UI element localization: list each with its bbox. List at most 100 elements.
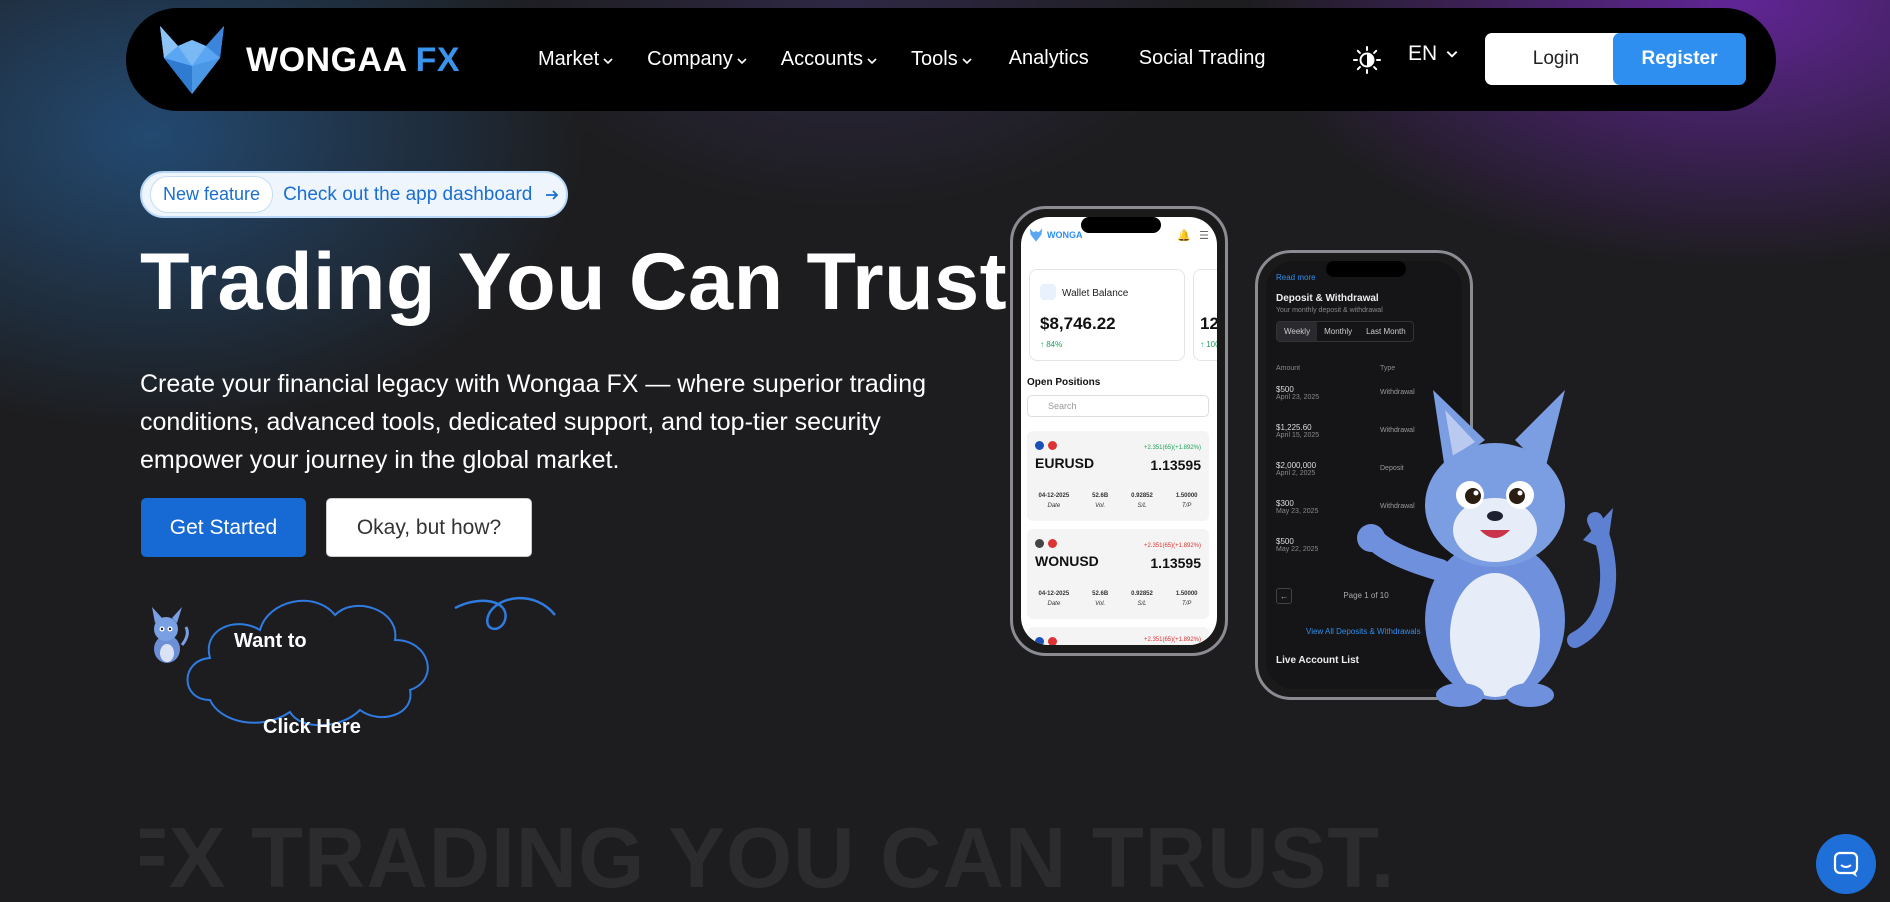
position-sl: 0.92852 <box>1131 493 1153 499</box>
tab-monthly[interactable]: Monthly <box>1317 322 1359 341</box>
phone-screen-positions: WONGA 🔔 ☰ Wallet Balance $8,746.22 ↑ 84%… <box>1021 217 1217 645</box>
top-navbar: WONGAA FX Market Company Accounts Tools A… <box>126 8 1776 111</box>
marquee-text: A FX TRADING YOU CAN TRUST. <box>140 811 1396 902</box>
chevron-down-icon <box>737 58 747 65</box>
nav-tools-label: Tools <box>911 48 958 70</box>
prev-page-icon[interactable]: ← <box>1276 588 1292 604</box>
get-started-button[interactable]: Get Started <box>141 498 306 557</box>
nav-analytics[interactable]: Analytics <box>1009 47 1089 70</box>
row-amount: $500 <box>1276 385 1294 394</box>
chat-support-button[interactable] <box>1816 834 1876 894</box>
brand-logo[interactable]: WONGAA FX <box>156 24 460 96</box>
second-balance-change: ↑ 100 <box>1200 340 1217 349</box>
theme-toggle-icon[interactable] <box>1352 45 1382 75</box>
deposit-withdrawal-subtitle: Your monthly deposit & withdrawal <box>1276 307 1383 314</box>
wallet-balance-card: Wallet Balance $8,746.22 ↑ 84% <box>1029 269 1185 361</box>
read-more-link[interactable]: Read more <box>1276 273 1316 282</box>
thought-cloud-icon <box>186 596 556 727</box>
language-select[interactable]: EN <box>1408 42 1459 66</box>
register-button[interactable]: Register <box>1613 33 1746 85</box>
position-card[interactable]: WONUSD +2.351(65)(+1.892%) 1.13595 04-12… <box>1027 529 1209 619</box>
position-tp: 1.50000 <box>1175 493 1198 499</box>
nav-market-label: Market <box>538 48 600 70</box>
position-tp: 1.50000 <box>1175 591 1198 597</box>
brand-suffix: FX <box>415 40 461 79</box>
position-date: 04-12-2025 <box>1038 493 1070 499</box>
feature-announcement-pill[interactable]: New feature Check out the app dashboard <box>140 171 568 218</box>
chat-icon <box>1833 851 1859 877</box>
fox-logo-icon <box>1029 228 1043 242</box>
col-type: Type <box>1380 365 1396 372</box>
tab-weekly[interactable]: Weekly <box>1277 322 1318 341</box>
position-date: 04-12-2025 <box>1038 591 1070 597</box>
okay-but-how-button[interactable]: Okay, but how? <box>326 498 532 557</box>
hero-description: Create your financial legacy with Wongaa… <box>140 370 927 474</box>
language-label: EN <box>1408 42 1438 65</box>
col-sl-label: S/L <box>1137 601 1147 607</box>
position-symbol: WONUSD <box>1035 553 1099 569</box>
fox-mascot-icon <box>1357 390 1617 707</box>
position-vol: 52.6B <box>1092 493 1109 499</box>
flag-icon <box>1035 637 1044 645</box>
wallet-icon <box>1040 284 1056 300</box>
period-tabs: Weekly Monthly Last Month <box>1276 321 1414 342</box>
phone-mockup-positions: WONGA 🔔 ☰ Wallet Balance $8,746.22 ↑ 84%… <box>1010 206 1228 656</box>
eu-flag-icon <box>1035 441 1044 450</box>
fox-logo-icon <box>160 26 224 94</box>
hamburger-menu-icon[interactable]: ☰ <box>1199 229 1209 242</box>
nav-accounts[interactable]: Accounts <box>781 48 878 71</box>
chevron-down-icon <box>867 58 877 65</box>
nav-tools[interactable]: Tools <box>911 48 973 71</box>
col-sl-label: S/L <box>1137 503 1147 509</box>
position-card[interactable]: EURUSD +2.351(65)(+1.892%) 1.13595 04-12… <box>1027 431 1209 521</box>
pill-link-text: Check out the app dashboard <box>283 183 533 205</box>
chevron-down-icon <box>962 58 972 65</box>
col-tp-label: T/P <box>1181 601 1192 607</box>
position-sl: 0.92852 <box>1131 591 1153 597</box>
position-price: 1.13595 <box>1150 555 1201 571</box>
col-date-label: Date <box>1047 503 1061 509</box>
app-brand: WONGA <box>1047 230 1083 240</box>
second-balance-amount: 12, <box>1200 314 1217 333</box>
us-flag-icon <box>1048 441 1057 450</box>
row-amount: $1,225.60 <box>1276 423 1312 432</box>
open-positions-heading: Open Positions <box>1027 377 1101 388</box>
nav-accounts-label: Accounts <box>780 48 863 70</box>
col-amount: Amount <box>1276 365 1301 372</box>
position-price: 1.13595 <box>1150 457 1201 473</box>
col-date-label: Date <box>1047 601 1061 607</box>
nav-company-label: Company <box>647 48 733 70</box>
col-vol-label: Vol. <box>1095 601 1106 607</box>
main-menu: Market Company Accounts Tools Analytics … <box>538 8 1315 111</box>
phone-notch <box>1326 261 1406 277</box>
click-here-link[interactable]: Click Here <box>263 716 361 739</box>
nav-social-trading[interactable]: Social Trading <box>1139 47 1266 70</box>
brand-wordmark: WONGAA FX <box>246 41 460 80</box>
position-symbol: EURUSD <box>1035 455 1095 471</box>
bell-icon[interactable]: 🔔 <box>1177 229 1191 242</box>
position-vol: 52.6B <box>1092 591 1109 597</box>
marquee-banner: A FX TRADING YOU CAN TRUST. <box>140 810 1580 902</box>
nav-company[interactable]: Company <box>647 48 748 71</box>
new-feature-badge: New feature <box>150 176 274 213</box>
position-details: 04-12-2025 Date 52.6B Vol. 0.92852 S/L 1.50… <box>1027 589 1209 609</box>
position-change: +2.351(65)(+1.892%) <box>1143 445 1201 451</box>
kr-flag-icon <box>1035 539 1044 548</box>
us-flag-icon <box>1048 539 1057 548</box>
table-header: Amount Type <box>1276 365 1446 372</box>
positions-search-input[interactable]: Search <box>1027 395 1209 417</box>
login-button[interactable]: Login <box>1485 33 1627 85</box>
deposit-withdrawal-title: Deposit & Withdrawal <box>1276 293 1379 304</box>
col-tp-label: T/P <box>1181 503 1192 509</box>
brand-name: WONGAA <box>246 40 408 79</box>
wallet-label: Wallet Balance <box>1062 288 1129 299</box>
second-balance-card: 12, ↑ 100 <box>1193 269 1217 361</box>
phone-notch <box>1081 217 1161 233</box>
hero-title: Trading You Can Trust <box>140 237 1008 327</box>
nav-market[interactable]: Market <box>538 48 614 71</box>
position-change: +2.351(65)(+1.892%) <box>1143 543 1201 549</box>
position-details: 04-12-2025 Date 52.6B Vol. 0.92852 S/L 1.50… <box>1027 491 1209 511</box>
position-change: +2.351(65)(+1.892%) <box>1143 637 1201 643</box>
position-card[interactable]: +2.351(65)(+1.892%) <box>1027 627 1209 645</box>
tab-last-month[interactable]: Last Month <box>1359 322 1413 341</box>
